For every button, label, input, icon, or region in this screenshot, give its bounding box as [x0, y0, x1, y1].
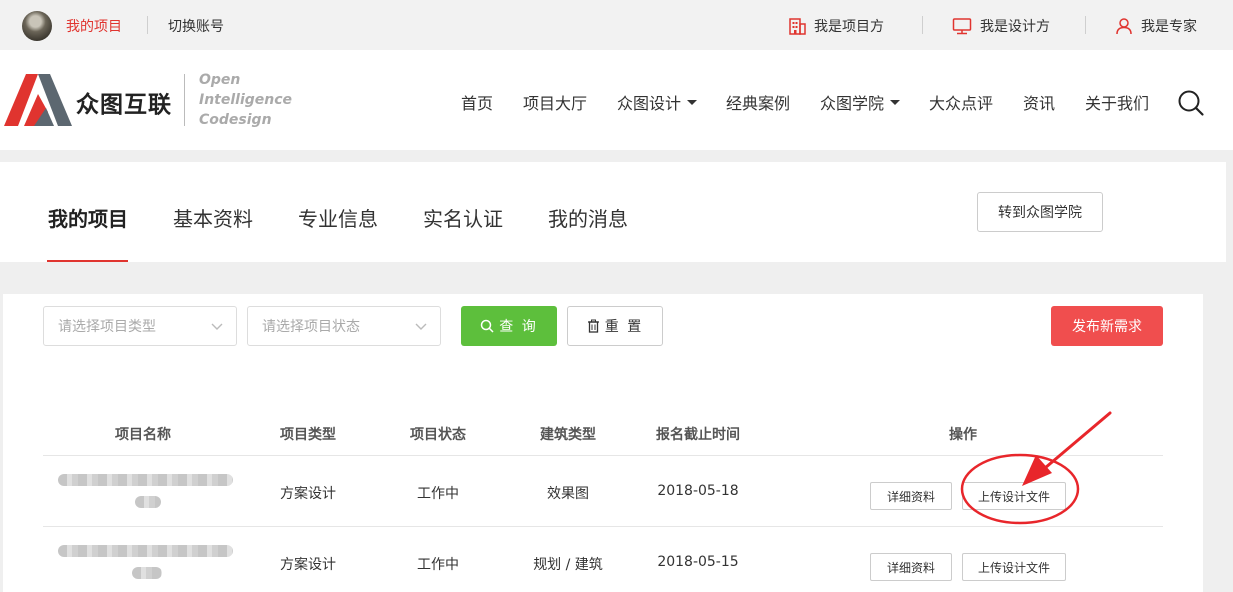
search-icon[interactable]: [1177, 89, 1205, 117]
nav-project-hall[interactable]: 项目大厅: [523, 90, 587, 114]
publish-new-request-button[interactable]: 发布新需求: [1051, 306, 1163, 346]
logo-icon[interactable]: [4, 72, 72, 128]
project-status-cell: 工作中: [417, 486, 459, 502]
nav-label: 众图学院: [820, 94, 885, 113]
caret-down-icon: [890, 99, 901, 105]
chevron-down-icon: [415, 323, 427, 330]
nav-label: 大众点评: [929, 94, 994, 113]
topbar-my-projects-link[interactable]: 我的项目: [66, 16, 122, 36]
building-type-cell: 规划 / 建筑: [533, 557, 603, 573]
role-label: 我是项目方: [814, 19, 884, 35]
nav-label: 经典案例: [726, 94, 791, 113]
divider: [147, 16, 148, 34]
nav-label: 项目大厅: [523, 94, 588, 113]
site-header: 众图互联 Open Intelligence Codesign 首页 项目大厅 …: [0, 50, 1233, 150]
user-icon: [1116, 18, 1132, 35]
caret-down-icon: [687, 99, 698, 105]
nav-reviews[interactable]: 大众点评: [929, 90, 993, 114]
project-status-select[interactable]: 请选择项目状态: [247, 306, 441, 346]
upload-design-file-button[interactable]: 上传设计文件: [962, 553, 1066, 581]
building-type-cell: 效果图: [547, 486, 589, 502]
top-bar: 我的项目 切换账号 我是项目方 我是设计方 我是专家: [0, 0, 1233, 50]
query-button[interactable]: 查 询: [461, 306, 557, 346]
search-icon: [481, 319, 494, 333]
tab-professional-info[interactable]: 专业信息: [298, 203, 378, 232]
role-project-owner-link[interactable]: 我是项目方: [788, 16, 884, 36]
go-to-academy-button[interactable]: 转到众图学院: [977, 192, 1103, 232]
building-icon: [789, 18, 806, 35]
logo-slogan: Open Intelligence Codesign: [199, 70, 292, 130]
slogan-line: Intelligence: [199, 92, 293, 108]
redacted-text: [58, 545, 233, 557]
divider: [1085, 16, 1086, 34]
slogan-line: Codesign: [199, 112, 272, 128]
nav-label: 众图设计: [617, 94, 682, 113]
redacted-text: [132, 567, 162, 579]
select-placeholder: 请选择项目状态: [262, 319, 360, 335]
column-header-type: 项目类型: [280, 427, 336, 443]
trash-icon: [587, 319, 599, 333]
profile-tabs: 我的项目 基本资料 专业信息 实名认证 我的消息 转到众图学院: [0, 162, 1226, 262]
divider: [43, 455, 1163, 456]
role-designer-link[interactable]: 我是设计方: [952, 16, 1050, 36]
role-label: 我是设计方: [980, 19, 1050, 35]
nav-design[interactable]: 众图设计: [617, 90, 698, 114]
redacted-text: [135, 496, 161, 508]
column-header-name: 项目名称: [115, 427, 171, 443]
project-list-panel: 请选择项目类型 请选择项目状态 查 询 重 置 发布新需求 项目名称 项目类型 …: [3, 294, 1203, 592]
project-type-cell: 方案设计: [280, 486, 336, 502]
switch-account-link[interactable]: 切换账号: [168, 16, 224, 36]
deadline-cell: 2018-05-15: [657, 554, 739, 570]
nav-news[interactable]: 资讯: [1023, 90, 1055, 114]
nav-cases[interactable]: 经典案例: [726, 90, 790, 114]
logo-divider: [184, 74, 185, 126]
detail-button[interactable]: 详细资料: [870, 553, 952, 581]
column-header-actions: 操作: [949, 427, 977, 443]
reset-label: 重 置: [604, 319, 644, 335]
logo-name: 众图互联: [76, 92, 172, 118]
project-type-cell: 方案设计: [280, 557, 336, 573]
chevron-down-icon: [211, 323, 223, 330]
avatar[interactable]: [22, 11, 52, 41]
column-header-status: 项目状态: [410, 427, 466, 443]
project-type-select[interactable]: 请选择项目类型: [43, 306, 237, 346]
tab-my-projects[interactable]: 我的项目: [48, 203, 128, 232]
deadline-cell: 2018-05-18: [657, 483, 739, 499]
role-label: 我是专家: [1141, 19, 1197, 35]
divider: [43, 526, 1163, 527]
query-label: 查 询: [499, 319, 538, 335]
reset-button[interactable]: 重 置: [567, 306, 663, 346]
slogan-line: Open: [199, 72, 241, 88]
nav-label: 首页: [461, 94, 494, 113]
column-header-deadline: 报名截止时间: [656, 427, 740, 443]
redacted-text: [58, 474, 233, 486]
project-status-cell: 工作中: [417, 557, 459, 573]
active-tab-indicator: [47, 260, 128, 262]
role-expert-link[interactable]: 我是专家: [1115, 16, 1197, 36]
nav-home[interactable]: 首页: [461, 90, 493, 114]
monitor-icon: [952, 18, 972, 35]
column-header-building-type: 建筑类型: [540, 427, 596, 443]
divider: [922, 16, 923, 34]
tab-real-name-auth[interactable]: 实名认证: [423, 203, 503, 232]
select-placeholder: 请选择项目类型: [58, 319, 156, 335]
tab-my-messages[interactable]: 我的消息: [548, 203, 628, 232]
detail-button[interactable]: 详细资料: [870, 482, 952, 510]
nav-academy[interactable]: 众图学院: [820, 90, 901, 114]
tab-basic-info[interactable]: 基本资料: [173, 203, 253, 232]
upload-design-file-button[interactable]: 上传设计文件: [962, 482, 1066, 510]
nav-about[interactable]: 关于我们: [1085, 90, 1149, 114]
nav-label: 资讯: [1023, 94, 1056, 113]
nav-label: 关于我们: [1085, 94, 1150, 113]
